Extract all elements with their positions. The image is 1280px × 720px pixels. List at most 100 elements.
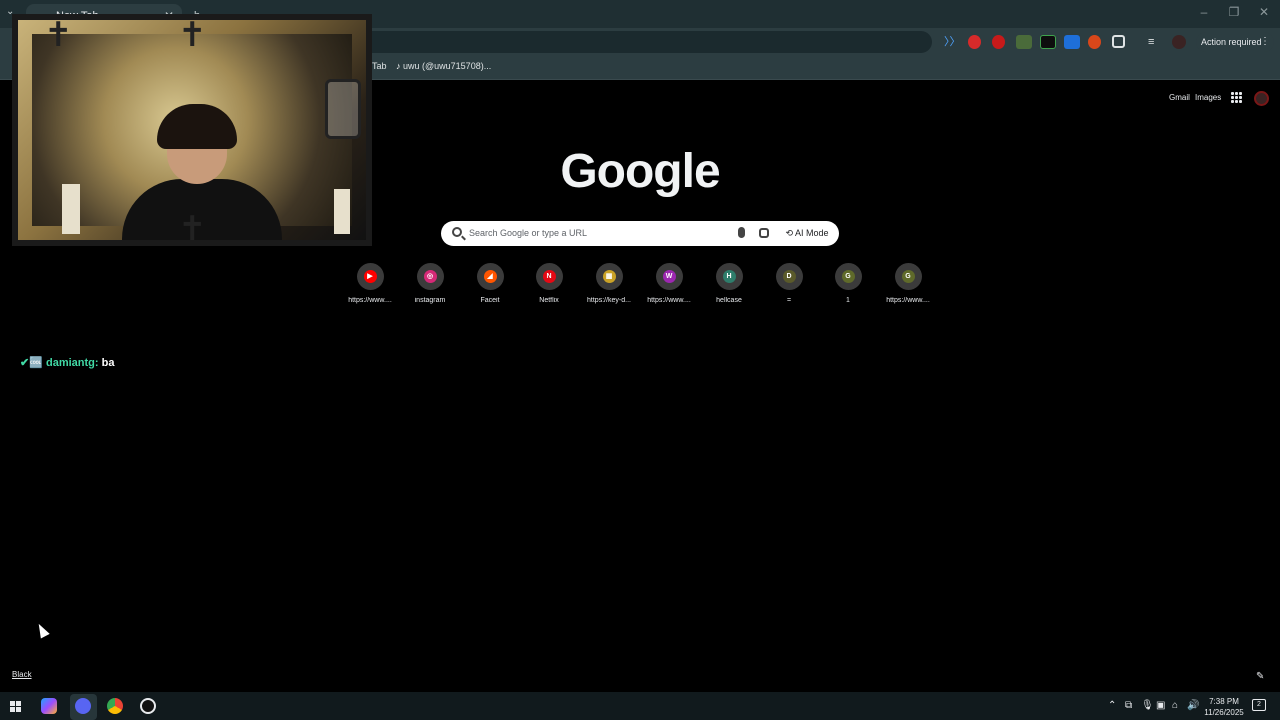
profile-avatar[interactable] bbox=[1172, 35, 1186, 49]
clock-date: 11/26/2025 bbox=[1204, 708, 1244, 717]
shortcut-icon-bg: N bbox=[535, 263, 563, 290]
streamer-hair bbox=[157, 104, 237, 149]
shortcut-icon-bg: G bbox=[834, 263, 862, 290]
obs-icon[interactable] bbox=[140, 698, 156, 714]
microphone-icon[interactable] bbox=[738, 227, 745, 238]
tiktok-icon: ♪ bbox=[396, 61, 401, 71]
shortcut-tile[interactable]: ▶ https://www.... bbox=[340, 263, 400, 313]
g-letter-icon: G bbox=[841, 270, 855, 283]
shortcut-tile[interactable]: Whttps://www.... bbox=[639, 263, 699, 313]
tray-app-icon[interactable]: ⧉ bbox=[1125, 700, 1132, 711]
shortcut-tile[interactable]: G1 bbox=[818, 263, 878, 313]
bookmark-tiktok[interactable]: ♪ uwu (@uwu715708)... bbox=[396, 61, 491, 71]
ai-mode-button[interactable]: ⟲ AI Mode bbox=[780, 224, 834, 243]
youtube-icon: ▶ bbox=[363, 270, 377, 283]
system-clock[interactable]: 7:38 PM 11/26/2025 bbox=[1203, 696, 1245, 718]
search-input[interactable]: Search Google or type a URL bbox=[469, 228, 587, 238]
gmail-link[interactable]: Gmail bbox=[1169, 93, 1190, 102]
tray-microphone-icon[interactable]: 🎙 bbox=[1141, 700, 1154, 711]
shortcut-icon-bg: ◢ bbox=[476, 263, 504, 290]
shortcut-icon-bg: W bbox=[655, 263, 683, 290]
d-letter-icon: D bbox=[782, 270, 796, 283]
shortcut-icon-bg: H bbox=[715, 263, 743, 290]
extension-wave-icon[interactable]: 〉〉 bbox=[944, 35, 961, 49]
tray-chevron-up-icon[interactable]: ⌃ bbox=[1108, 700, 1116, 711]
chat-text: ba bbox=[101, 357, 115, 369]
close-window-icon[interactable]: ✕ bbox=[1254, 5, 1274, 19]
shortcut-label: instagram bbox=[414, 297, 446, 304]
candle-icon bbox=[334, 189, 350, 234]
minimize-icon[interactable]: – bbox=[1194, 5, 1214, 19]
shortcut-icon-bg: ▶ bbox=[356, 263, 384, 290]
instagram-icon: ◎ bbox=[423, 270, 437, 283]
chat-message: ✔🆒 damiantg: ba bbox=[20, 356, 114, 369]
windows-start-icon[interactable] bbox=[10, 701, 21, 712]
candle-icon bbox=[62, 184, 80, 234]
gothic-cross-icon: ✝ bbox=[178, 210, 207, 246]
action-required-label: Action required bbox=[1201, 37, 1262, 47]
netflix-icon: N bbox=[542, 270, 556, 283]
google-lens-icon[interactable] bbox=[759, 228, 769, 238]
shortcut-label: hellcase bbox=[716, 297, 742, 304]
shortcut-tile[interactable]: ◢ Faceit bbox=[460, 263, 520, 313]
ai-mode-label: AI Mode bbox=[795, 228, 829, 238]
shortcut-tile[interactable]: ◎ instagram bbox=[400, 263, 460, 313]
shortcut-icon-bg: G bbox=[894, 263, 922, 290]
theme-name-link[interactable]: Black bbox=[12, 670, 32, 679]
extension-red-icon[interactable] bbox=[992, 35, 1005, 49]
windows-taskbar bbox=[0, 692, 1280, 720]
bookmark-item[interactable]: Tab bbox=[372, 61, 387, 71]
clock-time: 7:38 PM bbox=[1209, 697, 1239, 706]
shortcut-tile[interactable]: ▦ https://key-d... bbox=[579, 263, 639, 313]
gift-icon: ▦ bbox=[602, 270, 616, 283]
extension-off-icon[interactable] bbox=[1016, 35, 1032, 49]
tray-network-icon[interactable]: ⌂ bbox=[1172, 700, 1178, 711]
shortcut-label: https://key-d... bbox=[587, 297, 631, 304]
chat-badge-icons: ✔🆒 bbox=[20, 357, 43, 369]
extension-red-drop-icon[interactable] bbox=[968, 35, 981, 49]
customize-pencil-icon[interactable]: ✎ bbox=[1256, 671, 1264, 682]
faceit-icon: ◢ bbox=[483, 270, 497, 283]
google-apps-icon[interactable] bbox=[1231, 92, 1242, 103]
shortcut-tile[interactable]: Hhellcase bbox=[699, 263, 759, 313]
extensions-puzzle-icon[interactable] bbox=[1112, 35, 1125, 48]
extension-flame-icon[interactable] bbox=[1088, 35, 1101, 49]
extension-blue-icon[interactable] bbox=[1064, 35, 1080, 49]
gothic-cross-icon: ✝ bbox=[44, 16, 73, 54]
gothic-cross-icon: ✝ bbox=[178, 16, 207, 54]
maximize-icon[interactable]: ❐ bbox=[1224, 5, 1244, 19]
shortcut-tile[interactable]: Ghttps://www.... bbox=[878, 263, 938, 313]
copilot-icon[interactable] bbox=[41, 698, 57, 714]
chrome-icon[interactable] bbox=[107, 698, 123, 714]
menu-dots-icon[interactable]: ⋮ bbox=[1260, 32, 1270, 52]
chat-username: damiantg: bbox=[45, 357, 99, 369]
w-letter-icon: W bbox=[662, 270, 676, 283]
notification-count: 2 bbox=[1257, 701, 1261, 708]
webcam-feed bbox=[32, 34, 361, 240]
shortcut-icon-bg: ▦ bbox=[595, 263, 623, 290]
reading-list-icon[interactable]: ≡ bbox=[1148, 35, 1164, 49]
tray-display-icon[interactable]: ▣ bbox=[1156, 700, 1165, 711]
g-letter-icon: G bbox=[901, 270, 915, 283]
shortcut-tile[interactable]: D = bbox=[759, 263, 819, 313]
shortcut-label: 1 bbox=[846, 297, 850, 304]
search-icon bbox=[452, 227, 462, 237]
h-letter-icon: H bbox=[722, 270, 736, 283]
ai-mode-icon: ⟲ bbox=[785, 228, 793, 238]
images-link[interactable]: Images bbox=[1195, 93, 1221, 102]
shortcut-label: https://www.... bbox=[348, 297, 392, 304]
shortcut-label: https://www.... bbox=[647, 297, 691, 304]
notification-center-icon[interactable]: 2 bbox=[1252, 699, 1266, 711]
bookmark-label: uwu (@uwu715708)... bbox=[403, 61, 492, 71]
discord-icon[interactable] bbox=[75, 698, 91, 714]
action-required-button[interactable]: Action required ⋮ bbox=[1196, 32, 1274, 52]
extension-chart-icon[interactable] bbox=[1040, 35, 1056, 49]
shortcut-icon-bg: ◎ bbox=[416, 263, 444, 290]
shortcut-label: = bbox=[786, 297, 792, 304]
tray-volume-icon[interactable]: 🔊 bbox=[1187, 700, 1199, 711]
shortcut-tile[interactable]: N Netflix bbox=[519, 263, 579, 313]
shortcut-label: Netflix bbox=[539, 297, 559, 304]
webcam-overlay: ✝ ✝ ✝ bbox=[12, 14, 372, 246]
lantern-icon bbox=[325, 79, 361, 139]
google-account-avatar[interactable] bbox=[1254, 91, 1269, 106]
